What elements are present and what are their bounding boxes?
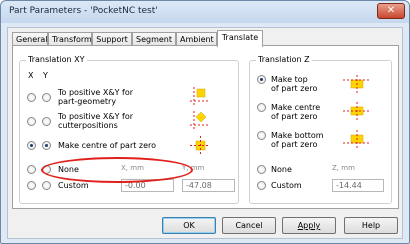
z-option-centre-line2: of part zero (271, 112, 318, 121)
apply-button-label: Apply (297, 221, 321, 230)
tab-ambient[interactable]: Ambient (176, 32, 217, 46)
z-value-field[interactable]: -14.44 (332, 179, 384, 192)
z-option-top-line2: of part zero (271, 84, 318, 93)
close-button[interactable]: ✕ (377, 3, 405, 19)
close-icon: ✕ (386, 5, 396, 16)
translation-z-title: Translation Z (256, 55, 312, 64)
z-radio-none[interactable] (257, 165, 266, 174)
x-radio-positive-geometry[interactable] (27, 93, 36, 102)
z-radio-custom[interactable] (257, 181, 266, 190)
help-button[interactable]: Help (344, 217, 398, 234)
z-radio-bottom-zero[interactable] (257, 131, 266, 140)
positive-geometry-icon (190, 87, 208, 105)
option-centre-zero-label: Make centre of part zero (58, 141, 157, 150)
option-positive-geometry-line1: To positive X&Y for (58, 88, 134, 97)
z-bottom-icon (343, 130, 371, 148)
dialog-window: Part Parameters - 'PocketNC test' ✕ Gene… (0, 0, 410, 244)
tab-segment[interactable]: Segment (132, 32, 176, 46)
z-option-centre-line1: Make centre (271, 103, 321, 112)
option-positive-geometry-line2: part-geometry (58, 97, 117, 106)
option-positive-cutter-line2: cutterpositions (58, 121, 118, 130)
translation-xy-title: Translation XY (26, 55, 87, 64)
z-option-top-line1: Make top (271, 75, 308, 84)
z-radio-centre-zero[interactable] (257, 103, 266, 112)
z-radio-top-zero[interactable] (257, 75, 266, 84)
dialog-client: General Transform Support Segment Ambien… (7, 27, 403, 239)
x-radio-centre-zero[interactable] (27, 141, 36, 150)
cancel-button[interactable]: Cancel (222, 217, 276, 234)
z-option-bottom-line1: Make bottom (271, 131, 324, 140)
tab-transform[interactable]: Transform (48, 32, 92, 46)
z-option-custom-label: Custom (271, 181, 302, 190)
highlight-ellipse (41, 157, 193, 183)
x-radio-custom[interactable] (27, 181, 36, 190)
column-y-label: Y (43, 71, 48, 80)
positive-cutter-icon (190, 111, 208, 129)
z-option-bottom-line2: of part zero (271, 140, 318, 149)
y-radio-positive-geometry[interactable] (42, 93, 51, 102)
apply-button[interactable]: Apply (282, 217, 336, 234)
title-bar[interactable]: Part Parameters - 'PocketNC test' ✕ (1, 1, 409, 23)
option-positive-cutter-line1: To positive X&Y for (58, 112, 134, 121)
translate-panel: Translation XY X Y To positive X&Y for p… (12, 45, 399, 209)
y-radio-custom[interactable] (42, 181, 51, 190)
tab-general[interactable]: General (12, 32, 48, 46)
translation-z-group: Translation Z Make top of part zero Make… (249, 55, 392, 204)
x-radio-none[interactable] (27, 165, 36, 174)
option-custom-label: Custom (58, 181, 89, 190)
y-radio-centre-zero[interactable] (42, 141, 51, 150)
tab-support[interactable]: Support (92, 32, 132, 46)
centre-zero-icon (190, 136, 210, 155)
tab-translate[interactable]: Translate (217, 30, 263, 47)
z-option-none-label: None (271, 165, 292, 174)
z-centre-icon (343, 102, 371, 120)
column-x-label: X (28, 71, 34, 80)
x-radio-positive-cutter[interactable] (27, 117, 36, 126)
y-radio-positive-cutter[interactable] (42, 117, 51, 126)
z-field-label: Z, mm (332, 164, 355, 172)
y-value-field[interactable]: -47.08 (182, 179, 235, 192)
ok-button[interactable]: OK (162, 217, 216, 234)
z-top-icon (343, 75, 371, 93)
window-title: Part Parameters - 'PocketNC test' (9, 6, 158, 16)
